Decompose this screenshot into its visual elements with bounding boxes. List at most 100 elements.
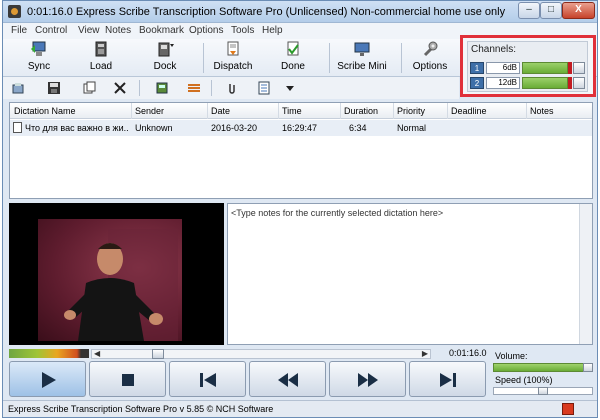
play-button[interactable] xyxy=(9,361,86,397)
volume-thumb[interactable] xyxy=(583,363,593,372)
status-bar: Express Scribe Transcription Software Pr… xyxy=(3,400,597,417)
menu-control[interactable]: Control xyxy=(35,25,67,36)
column-sender[interactable]: Sender xyxy=(135,106,164,116)
column-dictation-name[interactable]: Dictation Name xyxy=(14,106,76,116)
menu-file[interactable]: File xyxy=(11,25,27,36)
delete-icon[interactable] xyxy=(113,81,127,95)
scribe-mini-label: Scribe Mini xyxy=(337,61,387,72)
sync-label: Sync xyxy=(27,61,51,72)
seek-slider[interactable]: ◀ ▶ xyxy=(91,349,431,359)
channel-number[interactable]: 1 xyxy=(470,62,484,74)
dropdown-arrow-icon[interactable] xyxy=(283,81,297,95)
menu-bookmark[interactable]: Bookmark xyxy=(139,25,184,36)
channel-slider[interactable] xyxy=(573,62,585,74)
send-icon[interactable] xyxy=(155,81,169,95)
title-bar: 0:01:16.0 Express Scribe Transcription S… xyxy=(3,1,597,23)
dispatch-button[interactable]: Dispatch xyxy=(209,41,257,75)
dispatch-icon xyxy=(227,41,239,56)
volume-slider[interactable] xyxy=(493,363,593,372)
channel-number[interactable]: 2 xyxy=(470,77,484,89)
app-window: 0:01:16.0 Express Scribe Transcription S… xyxy=(2,0,598,418)
minimize-button[interactable]: – xyxy=(518,2,540,19)
checkmark-icon xyxy=(287,41,299,56)
column-divider xyxy=(131,103,132,119)
speaker-figure-image xyxy=(64,229,178,341)
rewind-button[interactable] xyxy=(249,361,326,397)
save-icon[interactable] xyxy=(47,81,61,95)
open-folder-icon[interactable] xyxy=(11,81,25,95)
column-notes[interactable]: Notes xyxy=(530,106,554,116)
attachment-icon[interactable] xyxy=(225,81,239,95)
done-label: Done xyxy=(281,61,305,72)
column-duration[interactable]: Duration xyxy=(344,106,378,116)
scribe-mini-button[interactable]: Scribe Mini xyxy=(337,41,387,75)
cell-sender: Unknown xyxy=(135,123,173,133)
column-divider xyxy=(393,103,394,119)
stop-icon xyxy=(122,374,134,386)
load-icon xyxy=(95,41,107,57)
menu-notes[interactable]: Notes xyxy=(105,25,131,36)
video-frame xyxy=(38,219,182,341)
status-text: Express Scribe Transcription Software Pr… xyxy=(8,404,274,414)
column-divider xyxy=(207,103,208,119)
column-divider xyxy=(278,103,279,119)
load-label: Load xyxy=(89,61,113,72)
load-button[interactable]: Load xyxy=(83,41,119,75)
channels-inner: Channels: 1 6dB 2 12dB xyxy=(467,41,588,92)
move-icon[interactable] xyxy=(187,81,201,95)
fast-forward-button[interactable] xyxy=(329,361,406,397)
playback-time: 0:01:16.0 xyxy=(449,348,487,358)
stop-button[interactable] xyxy=(89,361,166,397)
rewind-icon xyxy=(278,373,298,387)
column-divider xyxy=(447,103,448,119)
column-time[interactable]: Time xyxy=(282,106,302,116)
channels-title: Channels: xyxy=(471,44,517,55)
notes-scrollbar[interactable] xyxy=(579,204,592,344)
notes-placeholder: <Type notes for the currently selected d… xyxy=(231,208,444,218)
column-deadline[interactable]: Deadline xyxy=(451,106,487,116)
cell-time: 16:29:47 xyxy=(282,123,318,133)
copy-icon[interactable] xyxy=(83,81,97,95)
dock-icon xyxy=(158,42,174,57)
channel-row-1: 1 6dB xyxy=(470,62,586,74)
fast-forward-icon xyxy=(358,373,378,387)
dock-button[interactable]: Dock xyxy=(145,41,185,75)
secondary-toolbar xyxy=(3,77,459,99)
channel-db: 12dB xyxy=(486,77,520,89)
options-label: Options xyxy=(412,61,448,72)
skip-to-start-button[interactable] xyxy=(169,361,246,397)
column-date[interactable]: Date xyxy=(211,106,230,116)
channel-peak xyxy=(568,62,572,74)
channel-slider[interactable] xyxy=(573,77,585,89)
menu-options[interactable]: Options xyxy=(189,25,223,36)
speed-slider[interactable] xyxy=(493,387,593,395)
menu-tools[interactable]: Tools xyxy=(231,25,254,36)
properties-icon[interactable] xyxy=(257,81,271,95)
video-player[interactable] xyxy=(9,203,224,345)
skip-to-end-button[interactable] xyxy=(409,361,486,397)
menu-view[interactable]: View xyxy=(78,25,100,36)
channels-panel: Channels: 1 6dB 2 12dB xyxy=(460,35,596,97)
channel-row-2: 2 12dB xyxy=(470,77,586,89)
maximize-button[interactable]: □ xyxy=(540,2,562,19)
app-logo-icon xyxy=(8,5,21,18)
column-priority[interactable]: Priority xyxy=(397,106,425,116)
cell-priority: Normal xyxy=(397,123,427,133)
speed-thumb[interactable] xyxy=(538,387,548,395)
toolbar-divider xyxy=(139,80,140,96)
notes-editor[interactable]: <Type notes for the currently selected d… xyxy=(227,203,593,345)
seek-right-arrow-icon[interactable]: ▶ xyxy=(422,349,428,358)
seek-left-arrow-icon[interactable]: ◀ xyxy=(94,349,100,358)
menu-help[interactable]: Help xyxy=(262,25,283,36)
monitor-icon xyxy=(354,42,370,56)
toolbar-divider xyxy=(329,43,330,73)
skip-start-icon xyxy=(200,373,216,387)
sync-button[interactable]: Sync xyxy=(19,41,59,75)
seek-thumb[interactable] xyxy=(152,349,164,359)
options-button[interactable]: Options xyxy=(409,41,451,75)
channel-level-bar xyxy=(522,77,568,89)
cell-duration: 6:34 xyxy=(349,123,367,133)
done-button[interactable]: Done xyxy=(273,41,313,75)
table-row[interactable]: Что для вас важно в жи... Unknown 2016-0… xyxy=(10,120,592,136)
close-button[interactable]: X xyxy=(562,2,595,19)
